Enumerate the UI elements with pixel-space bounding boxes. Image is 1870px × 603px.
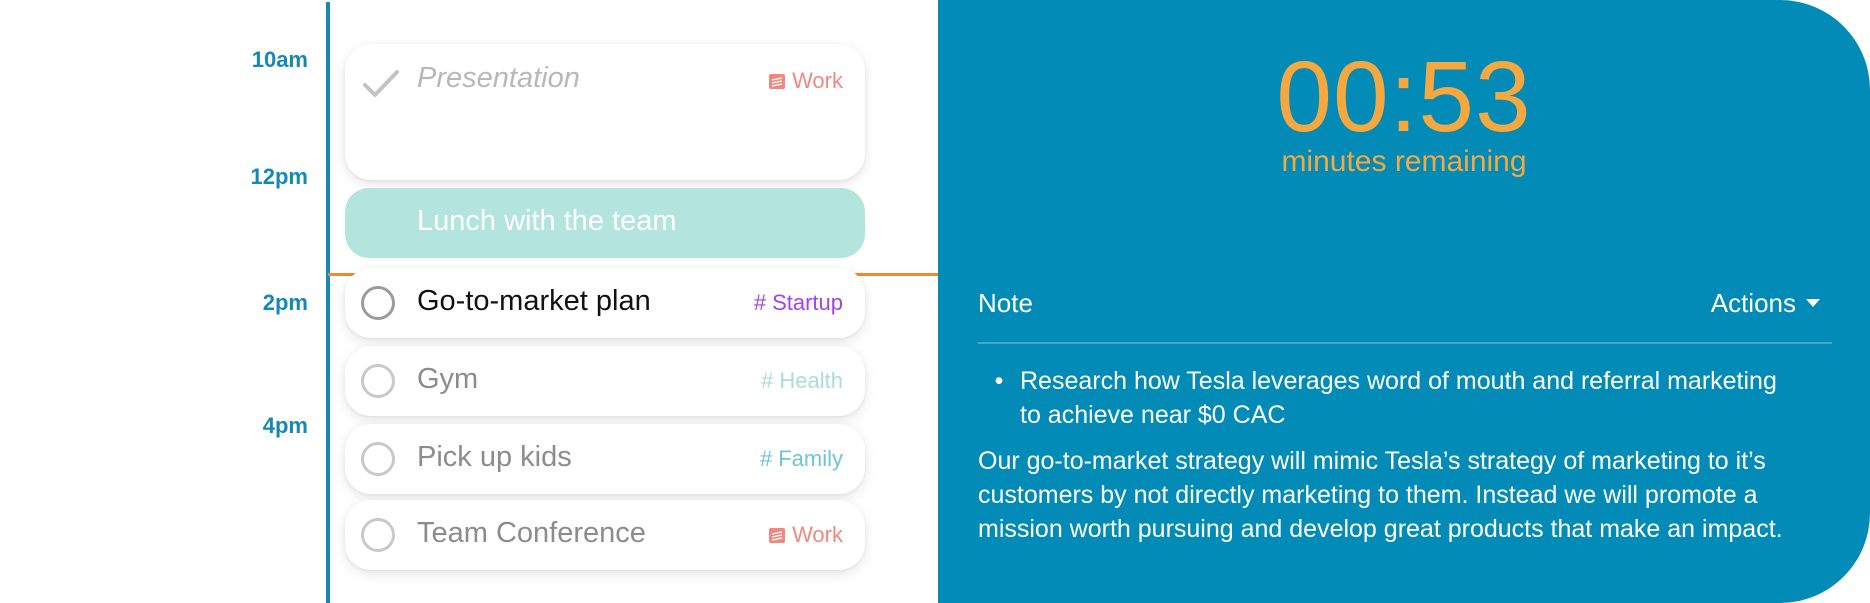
note-paragraph: Our go-to-market strategy will mimic Tes… bbox=[978, 447, 1783, 543]
task-tag-health: # Health bbox=[761, 368, 843, 394]
countdown-timer: 00:53 bbox=[1276, 41, 1532, 153]
task-title: Gym bbox=[417, 363, 479, 395]
event-lunch[interactable]: Lunch with the team bbox=[345, 188, 865, 258]
task-title: Presentation bbox=[417, 62, 580, 94]
caret-down-icon bbox=[1806, 299, 1820, 307]
time-label-10am: 10am bbox=[251, 47, 308, 72]
task-title: Go-to-market plan bbox=[417, 285, 651, 317]
task-title: Pick up kids bbox=[417, 441, 572, 473]
note-bullet-text: Research how Tesla leverages word of mou… bbox=[1020, 367, 1777, 429]
task-checkbox[interactable] bbox=[361, 518, 395, 552]
hash-icon: # bbox=[759, 446, 773, 471]
task-tag-startup: # Startup bbox=[754, 290, 843, 316]
task-tag-work: Work bbox=[768, 68, 843, 94]
timeline-bar bbox=[326, 2, 330, 603]
task-title: Team Conference bbox=[417, 517, 646, 549]
note-divider bbox=[978, 342, 1832, 344]
tag-label: Health bbox=[779, 368, 843, 393]
tag-label: Startup bbox=[772, 290, 843, 315]
task-tag-work: Work bbox=[768, 522, 843, 548]
timer-label: minutes remaining bbox=[1281, 145, 1527, 178]
tag-label: Family bbox=[778, 446, 843, 471]
calendar-icon bbox=[769, 528, 786, 543]
check-icon[interactable] bbox=[361, 66, 401, 107]
task-card-go-to-market[interactable]: Go-to-market plan # Startup bbox=[345, 268, 865, 338]
bullet-icon: • bbox=[994, 367, 1004, 395]
focus-panel: 00:53 minutes remaining Note Actions • R… bbox=[938, 0, 1870, 603]
task-checkbox[interactable] bbox=[361, 286, 395, 320]
task-card-pick-up-kids[interactable]: Pick up kids # Family bbox=[345, 424, 865, 494]
note-bullet: • Research how Tesla leverages word of m… bbox=[978, 364, 1798, 432]
time-label-12pm: 12pm bbox=[250, 164, 308, 189]
note-header: Note bbox=[978, 288, 1033, 318]
tag-label: Work bbox=[792, 522, 843, 547]
tag-label: Work bbox=[792, 68, 843, 93]
event-title: Lunch with the team bbox=[417, 205, 677, 237]
time-label-2pm: 2pm bbox=[262, 290, 308, 315]
time-labels: 10am 12pm 2pm 4pm bbox=[0, 0, 330, 603]
calendar-icon bbox=[769, 74, 786, 89]
actions-dropdown[interactable]: Actions bbox=[1711, 288, 1820, 319]
actions-label: Actions bbox=[1710, 288, 1796, 318]
task-checkbox[interactable] bbox=[361, 442, 395, 476]
hash-icon: # bbox=[753, 290, 767, 315]
task-checkbox[interactable] bbox=[361, 364, 395, 398]
task-card-gym[interactable]: Gym # Health bbox=[345, 346, 865, 416]
task-card-presentation[interactable]: Presentation Work bbox=[345, 44, 865, 180]
task-tag-family: # Family bbox=[760, 446, 843, 472]
task-card-team-conference[interactable]: Team Conference Work bbox=[345, 500, 865, 570]
time-label-4pm: 4pm bbox=[262, 413, 308, 438]
hash-icon: # bbox=[761, 368, 774, 393]
